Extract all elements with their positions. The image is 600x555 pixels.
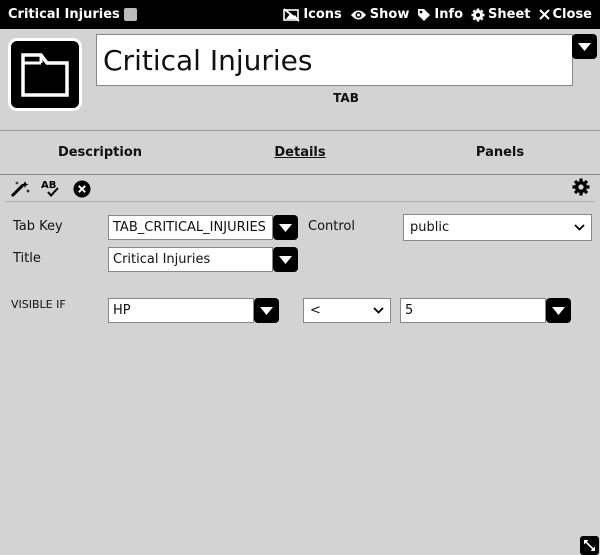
window-titlebar: Critical Injuries Icons Show Info Sheet … bbox=[0, 0, 600, 29]
visible-if-field-input[interactable]: HP bbox=[108, 298, 254, 323]
sheet-label: Sheet bbox=[488, 7, 531, 22]
close-button[interactable]: Close bbox=[538, 7, 592, 22]
sheet-button[interactable]: Sheet bbox=[471, 7, 531, 22]
settings-gear-icon bbox=[572, 178, 590, 195]
book-icon[interactable] bbox=[123, 8, 137, 21]
spellcheck-button[interactable]: AB bbox=[41, 179, 63, 198]
close-label: Close bbox=[552, 7, 592, 22]
details-toolbar: AB bbox=[0, 175, 600, 202]
chevron-down-icon bbox=[279, 223, 292, 232]
magic-wand-button[interactable] bbox=[10, 180, 31, 198]
title-label: Title bbox=[13, 251, 41, 266]
tab-tile-icon bbox=[21, 52, 69, 97]
control-label: Control bbox=[308, 219, 355, 234]
resize-handle[interactable] bbox=[580, 536, 599, 555]
no-image-icon bbox=[283, 7, 300, 22]
tag-icon bbox=[418, 8, 431, 21]
chevron-down-icon bbox=[574, 224, 585, 231]
spellcheck-icon: AB bbox=[41, 180, 59, 197]
window-title-text: Critical Injuries bbox=[8, 7, 120, 22]
item-header: Critical Injuries TAB bbox=[0, 29, 600, 130]
tab-key-input[interactable]: TAB_CRITICAL_INJURIES bbox=[108, 215, 273, 240]
visible-if-operator-select[interactable]: < bbox=[303, 298, 391, 323]
visible-if-field-dropdown[interactable] bbox=[254, 298, 279, 323]
settings-button[interactable] bbox=[572, 178, 590, 200]
show-button[interactable]: Show bbox=[350, 7, 410, 22]
toolbar-divider bbox=[5, 201, 595, 202]
tab-description[interactable]: Description bbox=[0, 145, 200, 160]
control-select-value: public bbox=[410, 220, 450, 235]
title-dropdown[interactable] bbox=[273, 247, 298, 272]
item-image[interactable] bbox=[8, 38, 82, 111]
chevron-down-icon bbox=[552, 306, 565, 315]
clear-icon bbox=[73, 180, 91, 197]
tab-key-dropdown[interactable] bbox=[273, 215, 298, 240]
toolbar-left: AB bbox=[10, 179, 91, 198]
visible-if-label: VISIBLE IF bbox=[11, 298, 66, 311]
item-name-dropdown[interactable] bbox=[572, 34, 597, 59]
eye-icon bbox=[350, 10, 366, 19]
magic-wand-icon bbox=[10, 180, 30, 197]
tab-details[interactable]: Details bbox=[200, 145, 400, 160]
chevron-down-icon bbox=[260, 306, 273, 315]
control-select[interactable]: public bbox=[403, 214, 592, 241]
svg-text:AB: AB bbox=[41, 180, 56, 191]
sheet-tabs: Description Details Panels bbox=[0, 131, 600, 174]
item-type-label: TAB bbox=[333, 91, 359, 105]
item-name-input[interactable]: Critical Injuries bbox=[96, 34, 573, 86]
visible-if-value-dropdown[interactable] bbox=[546, 298, 571, 323]
close-icon bbox=[538, 9, 550, 20]
icons-button[interactable]: Icons bbox=[283, 7, 342, 22]
icons-label: Icons bbox=[303, 7, 342, 22]
info-label: Info bbox=[434, 7, 464, 22]
tab-key-label: Tab Key bbox=[13, 219, 63, 234]
show-label: Show bbox=[369, 7, 410, 22]
info-button[interactable]: Info bbox=[417, 7, 463, 22]
gear-icon bbox=[471, 8, 485, 21]
visible-if-operator-value: < bbox=[310, 303, 321, 318]
tab-panels[interactable]: Panels bbox=[400, 145, 600, 160]
window-actions: Icons Show Info Sheet Close bbox=[283, 7, 592, 22]
visible-if-value-input[interactable]: 5 bbox=[400, 298, 546, 323]
resize-icon bbox=[584, 540, 595, 551]
chevron-down-icon bbox=[373, 307, 384, 314]
chevron-down-icon bbox=[578, 42, 591, 51]
clear-button[interactable] bbox=[73, 180, 91, 198]
chevron-down-icon bbox=[279, 255, 292, 264]
title-input[interactable]: Critical Injuries bbox=[108, 247, 273, 272]
window-title: Critical Injuries bbox=[8, 7, 137, 22]
